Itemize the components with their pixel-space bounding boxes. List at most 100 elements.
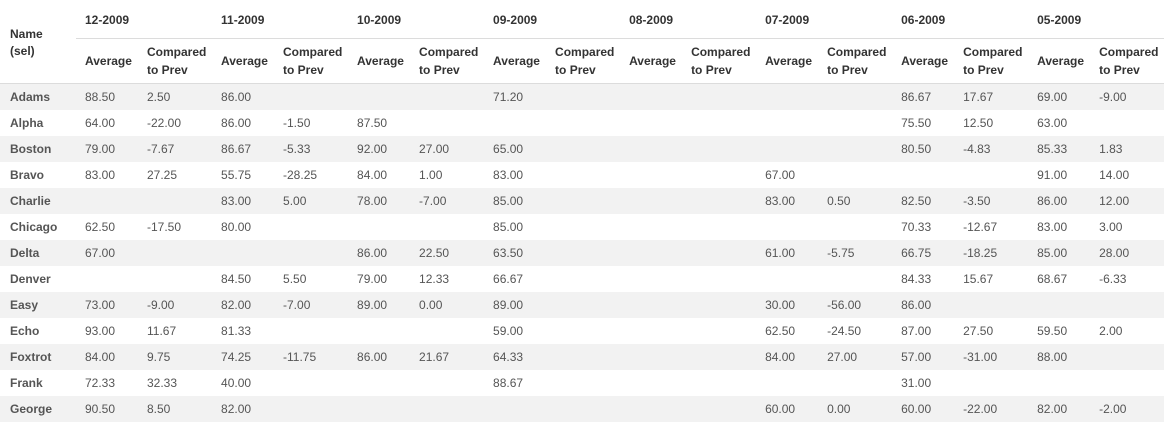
average-cell: 83.00 xyxy=(76,162,138,188)
month-header: 08-2009 xyxy=(620,0,757,39)
average-column-header[interactable]: Average xyxy=(620,39,682,84)
average-cell xyxy=(620,370,683,396)
average-cell xyxy=(892,162,955,188)
average-cell: 71.20 xyxy=(484,83,547,110)
compared-cell: -28.25 xyxy=(274,162,349,188)
month-header: 05-2009 xyxy=(1028,0,1164,39)
row-name-cell: Adams xyxy=(0,83,76,110)
compared-cell: -9.00 xyxy=(138,292,213,318)
compared-cell xyxy=(682,240,757,266)
compared-cell xyxy=(546,370,621,396)
compared-cell: 17.67 xyxy=(954,83,1029,110)
compared-to-prev-column-header[interactable]: Compared to Prev xyxy=(818,39,892,84)
compared-cell: -5.75 xyxy=(818,240,893,266)
average-cell xyxy=(212,240,275,266)
compared-cell xyxy=(1090,292,1164,318)
compared-cell xyxy=(138,240,213,266)
table-row: Bravo 83.00 27.25 55.75 -28.25 84.00 1.00 83.00… xyxy=(0,162,1164,188)
compared-cell: 12.33 xyxy=(410,266,485,292)
name-header-line1: Name xyxy=(10,26,43,41)
average-cell xyxy=(756,110,819,136)
average-cell xyxy=(620,110,683,136)
average-cell: 62.50 xyxy=(76,214,138,240)
compared-header-line1: Compared xyxy=(827,45,887,59)
compared-cell: 2.00 xyxy=(1090,318,1164,344)
compared-cell: 12.50 xyxy=(954,110,1029,136)
name-header-line2: (sel) xyxy=(10,43,35,58)
average-cell xyxy=(484,396,547,422)
name-column-header[interactable]: Name (sel) xyxy=(0,0,76,84)
compared-cell: 21.67 xyxy=(410,344,485,370)
compared-cell xyxy=(1090,110,1164,136)
average-cell: 86.00 xyxy=(348,344,411,370)
average-cell: 63.50 xyxy=(484,240,547,266)
compared-cell xyxy=(682,110,757,136)
average-cell xyxy=(348,318,411,344)
compared-to-prev-column-header[interactable]: Compared to Prev xyxy=(274,39,348,84)
compared-cell xyxy=(954,162,1029,188)
average-cell xyxy=(756,136,819,162)
average-cell: 86.00 xyxy=(212,83,275,110)
row-name-cell: Chicago xyxy=(0,214,76,240)
average-cell xyxy=(620,344,683,370)
monthly-averages-table: Name (sel) 12-2009 11-2009 10-2009 09-20… xyxy=(0,0,1164,422)
average-column-header[interactable]: Average xyxy=(756,39,818,84)
compared-cell: -2.00 xyxy=(1090,396,1164,422)
average-cell: 92.00 xyxy=(348,136,411,162)
row-name-cell: Foxtrot xyxy=(0,344,76,370)
compared-header-line2: to Prev xyxy=(963,63,1004,77)
compared-header-line2: to Prev xyxy=(283,63,324,77)
average-cell: 63.00 xyxy=(1028,110,1091,136)
average-column-header[interactable]: Average xyxy=(348,39,410,84)
average-column-header[interactable]: Average xyxy=(892,39,954,84)
average-cell: 82.00 xyxy=(1028,396,1091,422)
average-cell: 82.00 xyxy=(212,292,275,318)
average-cell: 66.67 xyxy=(484,266,547,292)
compared-cell xyxy=(546,188,621,214)
compared-cell xyxy=(274,240,349,266)
average-column-header[interactable]: Average xyxy=(212,39,274,84)
average-column-header[interactable]: Average xyxy=(1028,39,1090,84)
average-cell: 86.67 xyxy=(892,83,955,110)
average-cell xyxy=(620,292,683,318)
compared-to-prev-column-header[interactable]: Compared to Prev xyxy=(546,39,620,84)
average-column-header[interactable]: Average xyxy=(484,39,546,84)
average-cell: 68.67 xyxy=(1028,266,1091,292)
compared-to-prev-column-header[interactable]: Compared to Prev xyxy=(410,39,484,84)
average-cell: 67.00 xyxy=(76,240,138,266)
compared-cell: 22.50 xyxy=(410,240,485,266)
compared-cell: 1.00 xyxy=(410,162,485,188)
average-cell: 78.00 xyxy=(348,188,411,214)
compared-cell: -56.00 xyxy=(818,292,893,318)
compared-cell: -22.00 xyxy=(138,110,213,136)
average-cell xyxy=(348,83,411,110)
table-row: Foxtrot 84.00 9.75 74.25 -11.75 86.00 21.67 64.… xyxy=(0,344,1164,370)
average-cell: 90.50 xyxy=(76,396,138,422)
compared-cell xyxy=(410,370,485,396)
average-cell xyxy=(484,110,547,136)
average-cell: 84.00 xyxy=(76,344,138,370)
compared-header-line1: Compared xyxy=(283,45,343,59)
compared-cell xyxy=(682,396,757,422)
row-name-cell: Delta xyxy=(0,240,76,266)
compared-cell: 9.75 xyxy=(138,344,213,370)
compared-to-prev-column-header[interactable]: Compared to Prev xyxy=(954,39,1028,84)
compared-cell: 8.50 xyxy=(138,396,213,422)
month-header: 09-2009 xyxy=(484,0,621,39)
compared-cell xyxy=(818,110,893,136)
compared-to-prev-column-header[interactable]: Compared to Prev xyxy=(1090,39,1164,84)
table-row: Delta 67.00 86.00 22.50 63.50 61.00 -5.75 66.75… xyxy=(0,240,1164,266)
compared-cell: 1.83 xyxy=(1090,136,1164,162)
compared-to-prev-column-header[interactable]: Compared to Prev xyxy=(138,39,212,84)
average-column-header[interactable]: Average xyxy=(76,39,138,84)
compared-header-line2: to Prev xyxy=(1099,63,1140,77)
average-cell: 81.33 xyxy=(212,318,275,344)
average-cell: 73.00 xyxy=(76,292,138,318)
compared-header-line1: Compared xyxy=(419,45,479,59)
average-cell: 79.00 xyxy=(76,136,138,162)
average-cell: 79.00 xyxy=(348,266,411,292)
compared-to-prev-column-header[interactable]: Compared to Prev xyxy=(682,39,756,84)
compared-cell xyxy=(546,110,621,136)
average-cell: 86.00 xyxy=(212,110,275,136)
compared-cell xyxy=(818,370,893,396)
